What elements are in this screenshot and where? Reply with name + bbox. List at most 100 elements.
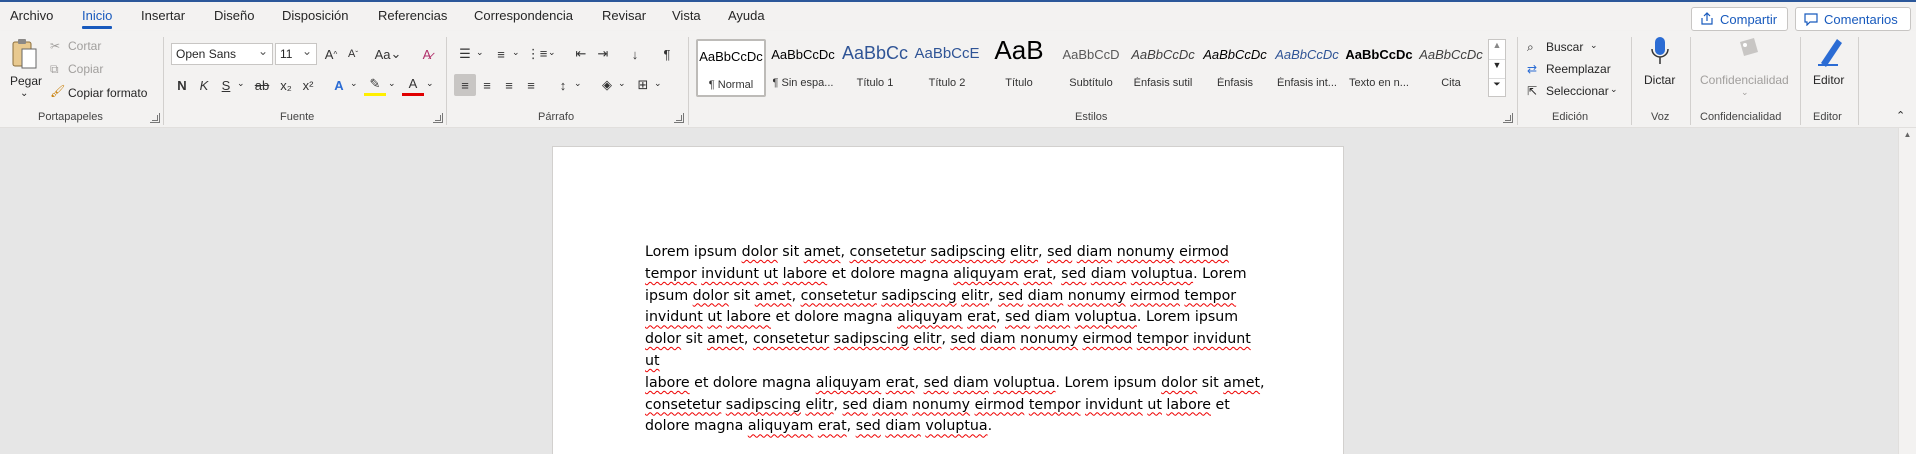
spelling-flagged-word[interactable]: invidunt [701,266,759,282]
tab-correspondencia[interactable]: Correspondencia [474,8,573,23]
style-intense-emphasis[interactable]: AaBbCcDc Énfasis int... [1272,39,1342,97]
spelling-flagged-word[interactable]: diam [1077,244,1112,260]
styles-gallery-scrollbar[interactable]: ▲ ▼ ⏷ [1488,39,1506,97]
spelling-flagged-word[interactable]: voluptua [993,375,1055,391]
document-page[interactable]: Lorem ipsum dolor sit amet, consetetur s… [552,146,1344,454]
share-button[interactable]: Compartir [1691,7,1788,31]
spelling-flagged-word[interactable]: voluptua [1131,266,1193,282]
subscript-button[interactable]: x₂ [275,74,297,96]
spelling-flagged-word[interactable]: sed [998,288,1023,304]
spelling-flagged-word[interactable]: sed [950,331,975,347]
underline-dropdown-icon[interactable]: ⌄ [237,78,245,89]
spelling-flagged-word[interactable]: eirmod [1083,331,1133,347]
spelling-flagged-word[interactable]: consetetur [850,244,926,260]
spelling-flagged-word[interactable]: elitr [913,331,941,347]
tab-insertar[interactable]: Insertar [141,8,185,23]
gallery-up-icon[interactable]: ▲ [1489,40,1505,59]
spelling-flagged-word[interactable]: diam [885,418,920,434]
microphone-icon[interactable] [1648,35,1672,69]
spelling-flagged-word[interactable]: amet [1223,375,1260,391]
paste-icon[interactable] [10,37,40,71]
spelling-flagged-word[interactable]: ut [645,353,660,369]
highlight-icon[interactable]: ✎ [364,74,386,96]
line-spacing-dropdown-icon[interactable]: ⌄ [574,78,582,89]
font-color-icon[interactable]: A [402,74,424,96]
spelling-flagged-word[interactable]: erat [967,309,996,325]
align-right-icon[interactable]: ≡ [498,74,520,96]
tab-disposicion[interactable]: Disposición [282,8,348,23]
spelling-flagged-word[interactable]: erat [818,418,847,434]
collapse-ribbon-icon[interactable]: ⌃ [1896,109,1905,122]
paste-label[interactable]: Pegar [10,74,42,88]
sensitivity-button[interactable]: Confidencialidad [1700,73,1789,87]
replace-button[interactable]: Reemplazar [1546,62,1611,76]
style-title[interactable]: AaB Título [984,35,1054,97]
numbering-icon[interactable]: ≡ [490,43,512,65]
spelling-flagged-word[interactable]: tempor [1137,331,1189,347]
spelling-flagged-word[interactable]: aliquyam [816,375,882,391]
style-emphasis[interactable]: AaBbCcDc Énfasis [1200,39,1270,97]
shading-icon[interactable]: ◈ [596,74,618,96]
spelling-flagged-word[interactable]: ut [707,309,722,325]
find-button[interactable]: Buscar [1546,40,1583,54]
italic-button[interactable]: K [193,74,215,96]
spelling-flagged-word[interactable]: diam [980,331,1015,347]
dictate-button[interactable]: Dictar [1644,73,1675,87]
spelling-flagged-word[interactable]: labore [645,375,690,391]
spelling-flagged-word[interactable]: invidunt [645,309,703,325]
spelling-flagged-word[interactable]: eirmod [1130,288,1180,304]
style-subtitle[interactable]: AaBbCcD Subtítulo [1056,39,1126,97]
spelling-flagged-word[interactable]: elitr [805,397,833,413]
spelling-flagged-word[interactable]: consetetur [753,331,829,347]
gallery-down-icon[interactable]: ▼ [1489,59,1505,78]
select-button[interactable]: Seleccionar [1546,84,1609,98]
style-strong[interactable]: AaBbCcDc Texto en n... [1344,39,1414,97]
borders-icon[interactable]: ⊞ [632,74,654,96]
sensitivity-dropdown-icon[interactable]: ⌄ [1741,87,1749,98]
tab-ayuda[interactable]: Ayuda [728,8,765,23]
spelling-flagged-word[interactable]: sed [856,418,881,434]
spelling-flagged-word[interactable]: nonumy [1068,288,1126,304]
spelling-flagged-word[interactable]: tempor [1184,288,1236,304]
paragraph-launcher-icon[interactable] [674,113,684,123]
style-heading-2[interactable]: AaBbCcE Título 2 [912,39,982,97]
tab-revisar[interactable]: Revisar [602,8,646,23]
font-launcher-icon[interactable] [433,113,443,123]
format-painter-button[interactable]: Copiar formato [68,86,147,100]
align-center-icon[interactable]: ≡ [476,74,498,96]
comments-button[interactable]: Comentarios [1795,7,1911,31]
text-effects-icon[interactable]: A [328,74,350,96]
tab-inicio[interactable]: Inicio [82,8,113,29]
document-body[interactable]: Lorem ipsum dolor sit amet, consetetur s… [645,242,1265,438]
superscript-button[interactable]: x² [297,74,319,96]
text-effects-dropdown-icon[interactable]: ⌄ [350,78,358,89]
editor-icon[interactable] [1815,35,1845,69]
cut-button[interactable]: Cortar [68,39,101,53]
spelling-flagged-word[interactable]: sadipscing [930,244,1005,260]
style-normal[interactable]: AaBbCcDc ¶ Normal [696,39,766,97]
spelling-flagged-word[interactable]: aliquyam [953,266,1019,282]
spelling-flagged-word[interactable]: sed [843,397,868,413]
spelling-flagged-word[interactable]: diam [953,375,988,391]
spelling-flagged-word[interactable]: diam [1028,288,1063,304]
spelling-flagged-word[interactable]: elitr [1010,244,1038,260]
gallery-more-icon[interactable]: ⏷ [1489,78,1505,96]
align-left-icon[interactable]: ≡ [454,74,476,96]
spelling-flagged-word[interactable]: dolor [645,331,681,347]
spelling-flagged-word[interactable]: labore [783,266,828,282]
spelling-flagged-word[interactable]: dolor [693,288,729,304]
spelling-flagged-word[interactable]: eirmod [975,397,1025,413]
spelling-flagged-word[interactable]: nonumy [1020,331,1078,347]
paste-dropdown-icon[interactable]: ⌄ [20,88,28,99]
spelling-flagged-word[interactable]: dolor [742,244,778,260]
spelling-flagged-word[interactable]: consetetur [645,397,721,413]
strikethrough-button[interactable]: ab [251,74,273,96]
spelling-flagged-word[interactable]: tempor [1029,397,1081,413]
sort-icon[interactable]: ↓ [624,43,646,65]
spelling-flagged-word[interactable]: nonumy [1117,244,1175,260]
shrink-font-icon[interactable]: Aˇ [342,43,364,65]
spelling-flagged-word[interactable]: aliquyam [748,418,814,434]
font-size-select[interactable]: 11 [275,43,317,65]
spelling-flagged-word[interactable]: aliquyam [897,309,963,325]
vertical-scrollbar[interactable]: ▲ [1898,128,1916,454]
